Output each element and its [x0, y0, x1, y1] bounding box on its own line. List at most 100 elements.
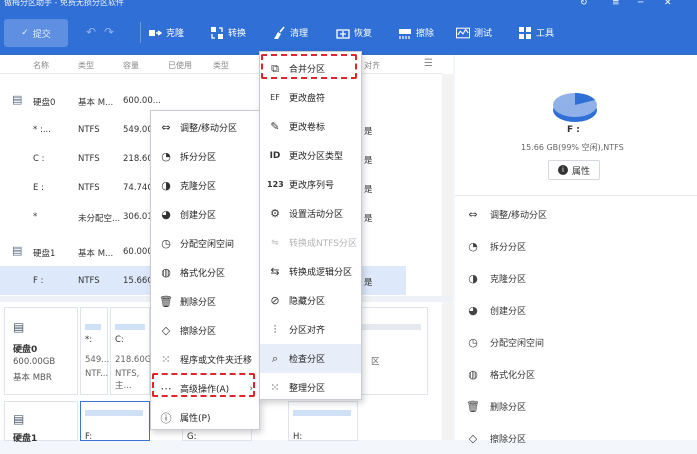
properties-button[interactable]: i 属性 [548, 160, 600, 180]
refresh-icon[interactable]: ↻ [580, 0, 588, 8]
op-allocate[interactable]: ◷ 分配空闲空间 [455, 326, 697, 358]
disk-icon: ▤ [12, 244, 23, 257]
toolbar-clean[interactable]: 清理 [272, 10, 308, 55]
menu-icon[interactable]: ≡ [612, 0, 620, 8]
menu-item-format[interactable]: ◍ 格式化分区 [151, 258, 259, 287]
logical-icon: ⇆ [270, 265, 280, 278]
undo-icon[interactable]: ↶ [86, 25, 96, 39]
column-settings-icon[interactable]: ☰ [424, 58, 433, 69]
partition-block[interactable]: *: 549... NTF... [80, 307, 109, 395]
menu-item-migrate[interactable]: ⁙ 程序或文件夹迁移 [151, 345, 259, 374]
partition-type-icon: ID [269, 150, 281, 161]
clone-partition-icon: ◑ [468, 271, 478, 285]
allocate-space-icon: ◷ [468, 335, 478, 349]
submenu-item-type[interactable]: ID 更改分区类型 [260, 141, 361, 170]
close-icon[interactable]: ✕ [664, 0, 672, 8]
active-partition-icon: ⚙ [270, 207, 280, 220]
minimize-icon[interactable]: ─ [638, 0, 643, 8]
table-header: 名称 类型 容量 已使用 类型 对齐 ☰ [0, 55, 442, 74]
disk-icon: ▤ [13, 320, 25, 334]
menu-item-allocate[interactable]: ◷ 分配空闲空间 [151, 229, 259, 258]
map-scrollbar[interactable] [442, 302, 453, 440]
format-icon: ◍ [161, 266, 171, 279]
eraser-icon: ◇ [161, 324, 171, 337]
submenu-item-ntfs: ⇋ 转换成NTFS分区 [260, 228, 361, 257]
col-fs: 类型 [213, 61, 229, 70]
toolbar-clone[interactable]: 克隆 [148, 10, 184, 55]
toolbar-recover[interactable]: 恢复 [336, 10, 372, 55]
op-create[interactable]: ◕ 创建分区 [455, 294, 697, 326]
split-icon: ◔ [468, 239, 478, 253]
migrate-icon: ⁙ [161, 353, 171, 366]
toolbar-test[interactable]: 测试 [456, 10, 492, 55]
create-partition-icon: ◕ [161, 208, 171, 221]
serial-icon: 123 [267, 180, 284, 189]
menu-item-wipe[interactable]: ◇ 擦除分区 [151, 316, 259, 345]
submenu-item-drive-letter[interactable]: EF 更改盘符 [260, 83, 361, 112]
col-type: 类型 [78, 61, 94, 70]
list-scrollbar[interactable] [442, 74, 453, 296]
redo-icon[interactable]: ↷ [104, 25, 114, 39]
toolbar-wipe[interactable]: 擦除 [398, 10, 434, 55]
recover-icon [336, 26, 350, 40]
submenu-item-hide[interactable]: ⊘ 隐藏分区 [260, 286, 361, 315]
col-used: 已使用 [168, 61, 192, 70]
menu-item-delete[interactable]: 🗑 删除分区 [151, 287, 259, 316]
drive-letter-icon: EF [270, 93, 280, 102]
test-icon [456, 26, 470, 40]
submit-button[interactable]: ✓ 提交 [4, 19, 68, 47]
disk-icon: ▤ [12, 93, 23, 106]
submenu-item-defrag[interactable]: ⁙ 整理分区 [260, 373, 361, 402]
partition-block-selected[interactable]: F: [80, 401, 150, 442]
submenu-item-serial[interactable]: 123 更改序列号 [260, 170, 361, 199]
op-format[interactable]: ◍ 格式化分区 [455, 358, 697, 390]
check-icon: ⌕ [271, 351, 279, 365]
disk1-card[interactable]: ▤ 硬盘1 [4, 401, 78, 444]
usage-pie-chart [553, 93, 597, 122]
menu-item-split[interactable]: ◔ 拆分分区 [151, 142, 259, 171]
info-icon: i [557, 165, 568, 175]
menu-item-clone[interactable]: ◑ 克隆分区 [151, 171, 259, 200]
submenu-item-active[interactable]: ⚙ 设置活动分区 [260, 199, 361, 228]
partition-block[interactable]: 区 [356, 307, 428, 395]
eraser-icon: ◇ [468, 431, 478, 445]
col-capacity: 容量 [123, 61, 139, 70]
op-wipe[interactable]: ◇ 擦除分区 [455, 422, 697, 454]
pencil-icon: ✎ [270, 120, 280, 133]
toolbar-divider [140, 22, 141, 43]
col-name: 名称 [33, 61, 49, 70]
op-delete[interactable]: 🗑 删除分区 [455, 390, 697, 422]
disk-icon: ▤ [13, 412, 25, 426]
clone-partition-icon: ◑ [161, 179, 171, 192]
submenu-item-check[interactable]: ⌕ 检查分区 [260, 344, 361, 373]
partition-block[interactable]: H: [288, 401, 358, 442]
submenu-item-logical[interactable]: ⇆ 转换成逻辑分区 [260, 257, 361, 286]
disk0-card[interactable]: ▤ 硬盘0 600.00GB 基本 MBR [4, 307, 78, 395]
menu-item-resize-move[interactable]: ⇔ 调整/移动分区 [151, 113, 259, 142]
tools-icon [518, 26, 532, 40]
defrag-icon: ⁙ [270, 381, 280, 394]
delete-icon: 🗑 [466, 399, 480, 413]
delete-icon: 🗑 [159, 295, 173, 308]
submenu-item-label[interactable]: ✎ 更改卷标 [260, 112, 361, 141]
op-resize-move[interactable]: ⇔ 调整/移动分区 [455, 198, 697, 230]
menu-item-properties[interactable]: ⓘ 属性(P) [151, 403, 259, 432]
clone-icon [148, 26, 162, 40]
toolbar-convert[interactable]: 转换 [210, 10, 246, 55]
ntfs-icon: ⇋ [271, 237, 279, 248]
op-split[interactable]: ◔ 拆分分区 [455, 230, 697, 262]
menu-item-create[interactable]: ◕ 创建分区 [151, 200, 259, 229]
split-icon: ◔ [161, 150, 171, 163]
format-icon: ◍ [468, 367, 478, 381]
submenu-item-align[interactable]: ⫶ 分区对齐 [260, 315, 361, 344]
wipe-icon [398, 26, 412, 40]
highlight-box [261, 54, 357, 79]
partition-block[interactable]: C: 218.60GB NTFS,主... [110, 307, 157, 395]
align-icon: ⫶ [273, 322, 277, 336]
check-icon: ✓ [21, 28, 29, 38]
resize-move-icon: ⇔ [468, 207, 478, 221]
op-clone[interactable]: ◑ 克隆分区 [455, 262, 697, 294]
highlight-box [152, 373, 255, 397]
toolbar-tools[interactable]: 工具 [518, 10, 554, 55]
drive-info: 15.66 GB(99% 空闲),NTFS [521, 143, 624, 152]
